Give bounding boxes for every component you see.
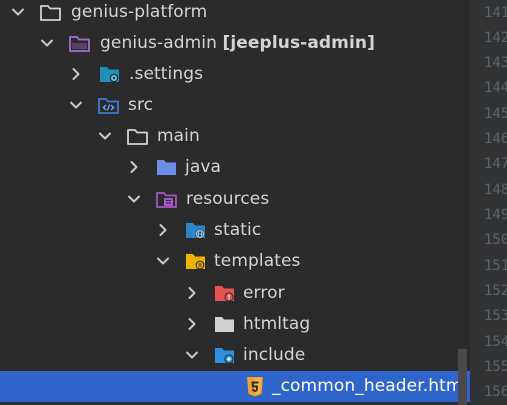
tree-node-label: java <box>185 157 222 177</box>
web-folder-icon <box>185 221 209 241</box>
tree-node-settings[interactable]: .settings <box>0 59 470 90</box>
line-number: 142 <box>484 30 507 46</box>
source-folder-icon <box>97 96 121 116</box>
error-folder-icon <box>214 284 238 304</box>
tree-node-templates[interactable]: templates <box>0 246 470 277</box>
chevron-down-icon[interactable] <box>127 192 141 206</box>
chevron-right-icon[interactable] <box>185 286 199 300</box>
tree-node-htmltag[interactable]: htmltag <box>0 309 470 340</box>
chevron-down-icon[interactable] <box>98 129 112 143</box>
module-name: genius-admin <box>100 33 217 53</box>
resources-folder-icon <box>155 190 179 210</box>
line-number: 150 <box>484 232 507 248</box>
tree-node-label: .settings <box>129 64 204 84</box>
line-number: 148 <box>484 182 507 198</box>
tree-node-error[interactable]: error <box>0 278 470 309</box>
chevron-down-icon[interactable] <box>69 98 83 112</box>
line-number: 145 <box>484 106 507 122</box>
chevron-right-icon[interactable] <box>156 223 170 237</box>
tree-node-static[interactable]: static <box>0 215 470 246</box>
folder-outline-icon <box>126 127 150 147</box>
folder-outline-icon <box>39 3 63 23</box>
tree-node-label: htmltag <box>243 314 311 334</box>
line-number: 152 <box>484 283 507 299</box>
line-number: 155 <box>484 359 507 375</box>
java-source-folder-icon <box>156 158 180 178</box>
line-number: 149 <box>484 207 507 223</box>
tree-node-label: main <box>157 126 200 146</box>
settings-folder-icon <box>99 65 123 85</box>
chevron-right-icon[interactable] <box>185 317 199 331</box>
tree-node-label: static <box>214 220 262 240</box>
tree-node-src[interactable]: src <box>0 90 470 121</box>
vertical-scrollbar[interactable] <box>458 349 467 405</box>
html5-file-icon <box>243 376 267 397</box>
line-number: 143 <box>484 55 507 71</box>
tree-node-label: templates <box>214 251 301 271</box>
chevron-right-icon[interactable] <box>69 67 83 81</box>
chevron-right-icon[interactable] <box>127 160 141 174</box>
chevron-down-icon[interactable] <box>156 254 170 268</box>
line-number: 154 <box>484 334 507 350</box>
tree-node-genius-admin[interactable]: genius-admin [jeeplus-admin] <box>0 28 470 59</box>
tree-node-label: genius-platform <box>71 2 208 22</box>
tree-node-label: resources <box>186 189 270 209</box>
tree-node-label: include <box>243 345 306 365</box>
tree-node-genius-platform[interactable]: genius-platform <box>0 0 470 28</box>
tree-node-resources[interactable]: resources <box>0 184 470 215</box>
line-number: 146 <box>484 131 507 147</box>
chevron-down-icon[interactable] <box>185 348 199 362</box>
tree-node-java[interactable]: java <box>0 152 470 183</box>
tree-node-label: genius-admin [jeeplus-admin] <box>100 32 375 54</box>
templates-folder-icon <box>185 252 209 272</box>
line-number: 153 <box>484 308 507 324</box>
tree-node-label: src <box>128 95 154 115</box>
tree-node-label: _common_header.html <box>272 376 468 396</box>
module-tag: [jeeplus-admin] <box>222 33 375 53</box>
line-number: 141 <box>484 5 507 21</box>
line-number: 144 <box>484 80 507 96</box>
chevron-down-icon[interactable] <box>11 5 25 19</box>
plain-folder-icon <box>214 315 238 335</box>
tree-node-common-header-html[interactable]: _common_header.html <box>0 371 470 402</box>
chevron-down-icon[interactable] <box>40 36 54 50</box>
project-tree: genius-platform genius-admin [jeeplus-ad… <box>0 0 470 405</box>
tree-node-label: error <box>243 283 285 303</box>
line-number: 156 <box>484 384 507 400</box>
tree-node-main[interactable]: main <box>0 121 470 152</box>
module-folder-icon <box>68 34 92 54</box>
line-number: 151 <box>484 258 507 274</box>
tree-node-include[interactable]: include <box>0 340 470 371</box>
line-number: 147 <box>484 156 507 172</box>
include-folder-icon <box>214 346 238 366</box>
line-number-gutter: 141 142 143 144 145 146 147 148 149 150 … <box>470 0 507 405</box>
